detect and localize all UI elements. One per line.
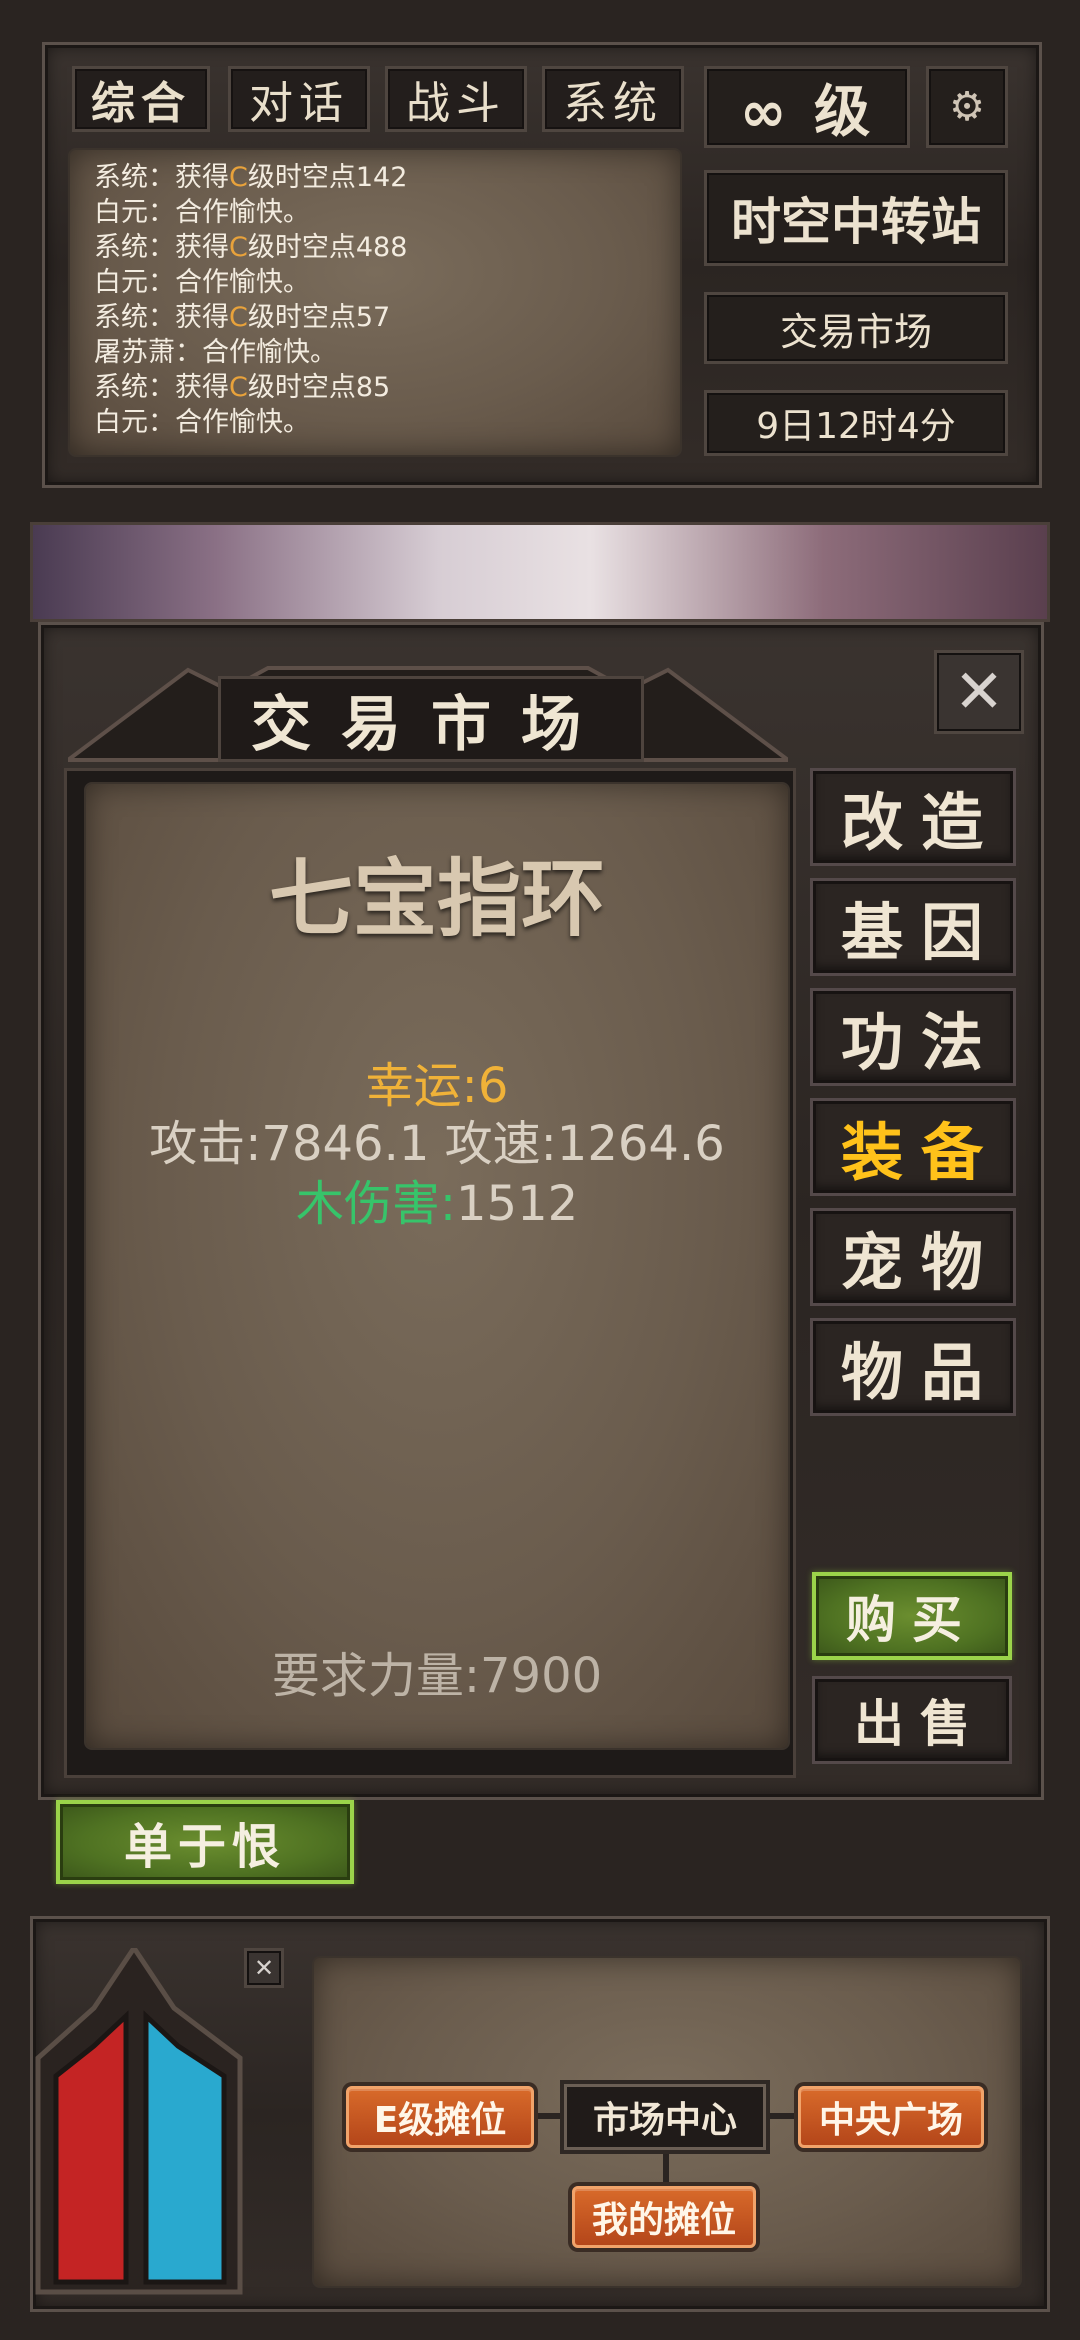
stat-wood-damage: 木伤害:1512 <box>86 1164 788 1234</box>
chat-line: 系统：获得C级时空点488 <box>94 230 656 265</box>
chat-grade-mark: C <box>229 372 248 403</box>
chat-log[interactable]: 系统：获得C级时空点142 白元：合作愉快。 系统：获得C级时空点488 白元：合作愉… <box>70 150 680 455</box>
category-modify[interactable]: 改造 <box>810 768 1016 866</box>
chat-line-text: 级时空点85 <box>247 372 391 403</box>
tab-system[interactable]: 系统 <box>542 66 684 132</box>
game-time: 9日12时4分 <box>756 406 956 447</box>
dialog-title: 交易市场 <box>218 676 644 762</box>
chat-line-text: 白元：合作愉快。 <box>94 407 310 438</box>
chat-line-text: 系统：获得 <box>94 232 229 263</box>
minimap-close-button[interactable]: ✕ <box>244 1948 284 1988</box>
chat-line-text: 系统：获得 <box>94 162 229 193</box>
item-requirement: 要求力量:7900 <box>271 1648 603 1704</box>
time-box: 9日12时4分 <box>704 390 1008 456</box>
tab-dialogue[interactable]: 对话 <box>228 66 370 132</box>
gear-icon: ⚙ <box>949 84 985 130</box>
chat-line-text: 屠苏萧：合作愉快。 <box>94 337 337 368</box>
level-label: ∞ 级 <box>739 79 875 145</box>
chat-line: 白元：合作愉快。 <box>94 195 656 230</box>
chat-line: 屠苏萧：合作愉快。 <box>94 335 656 370</box>
item-detail-card: 七宝指环 幸运:6 攻击:7846.1 攻速:1264.6 木伤害:1512 要… <box>86 784 788 1748</box>
chat-line-text: 系统：获得 <box>94 372 229 403</box>
chat-line: 白元：合作愉快。 <box>94 265 656 300</box>
chat-line-text: 系统：获得 <box>94 302 229 333</box>
chat-line-text: 白元：合作愉快。 <box>94 197 310 228</box>
chat-line-text: 级时空点57 <box>247 302 391 333</box>
level-badge: ∞ 级 <box>704 66 910 148</box>
settings-button[interactable]: ⚙ <box>926 66 1008 148</box>
category-skill[interactable]: 功法 <box>810 988 1016 1086</box>
close-icon: ✕ <box>253 1954 275 1982</box>
player-name-button[interactable]: 单于恨 <box>56 1800 354 1884</box>
stat-wood-label: 木伤害: <box>295 1176 457 1232</box>
tab-battle[interactable]: 战斗 <box>385 66 527 132</box>
e-stall-button[interactable]: E级摊位 <box>346 2086 534 2148</box>
tab-general[interactable]: 综合 <box>72 66 210 132</box>
chat-line: 系统：获得C级时空点142 <box>94 160 656 195</box>
close-button[interactable]: ✕ <box>934 650 1024 734</box>
buy-button[interactable]: 购买 <box>812 1572 1012 1660</box>
close-icon: ✕ <box>953 657 1005 727</box>
central-square-button[interactable]: 中央广场 <box>798 2086 984 2148</box>
chat-line: 系统：获得C级时空点85 <box>94 370 656 405</box>
dialog-title-banner: 交易市场 <box>68 650 788 762</box>
chat-line-text: 级时空点142 <box>247 162 408 193</box>
chat-line: 系统：获得C级时空点57 <box>94 300 656 335</box>
category-pet[interactable]: 宠物 <box>810 1208 1016 1306</box>
scene-background <box>30 522 1050 622</box>
chat-line-text: 白元：合作愉快。 <box>94 267 310 298</box>
chat-line: 白元：合作愉快。 <box>94 405 656 440</box>
location-label-box: 交易市场 <box>704 292 1008 364</box>
category-item[interactable]: 物品 <box>810 1318 1016 1416</box>
my-stall-button[interactable]: 我的摊位 <box>572 2186 756 2248</box>
chat-grade-mark: C <box>229 162 248 193</box>
category-gene[interactable]: 基因 <box>810 878 1016 976</box>
chat-line-text: 级时空点488 <box>247 232 408 263</box>
item-name: 七宝指环 <box>268 850 605 948</box>
station-button[interactable]: 时空中转站 <box>704 170 1008 266</box>
gauge-frame <box>35 1943 243 2295</box>
hp-mp-gauge <box>34 1943 278 2298</box>
stat-wood-value: 1512 <box>456 1176 579 1232</box>
location-label: 交易市场 <box>779 309 932 354</box>
chat-grade-mark: C <box>229 302 248 333</box>
market-center-button[interactable]: 市场中心 <box>564 2084 766 2150</box>
station-label: 时空中转站 <box>731 193 981 251</box>
chat-grade-mark: C <box>229 232 248 263</box>
sell-button[interactable]: 出售 <box>812 1676 1012 1764</box>
category-equipment[interactable]: 装备 <box>810 1098 1016 1196</box>
